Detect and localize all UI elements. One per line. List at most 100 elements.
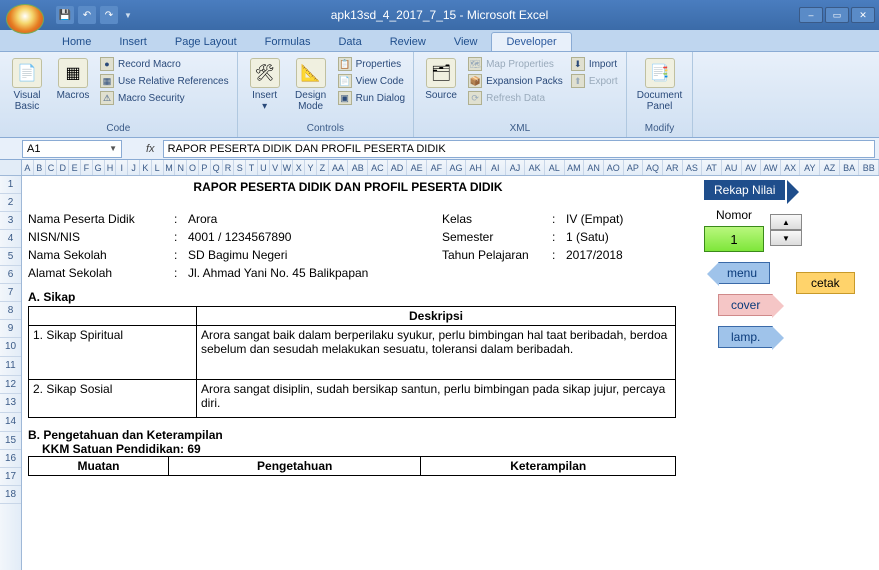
row-header-12[interactable]: 12: [0, 376, 21, 394]
col-header-M[interactable]: M: [164, 160, 176, 175]
col-header-AV[interactable]: AV: [742, 160, 762, 175]
row-header-13[interactable]: 13: [0, 394, 21, 413]
col-header-AR[interactable]: AR: [663, 160, 683, 175]
macros-button[interactable]: ▦ Macros: [52, 56, 94, 103]
col-header-AS[interactable]: AS: [683, 160, 703, 175]
row-header-15[interactable]: 15: [0, 432, 21, 450]
row-header-10[interactable]: 10: [0, 338, 21, 357]
col-header-AM[interactable]: AM: [565, 160, 585, 175]
spinner-down-button[interactable]: ▼: [770, 230, 802, 246]
col-header-E[interactable]: E: [69, 160, 81, 175]
col-header-D[interactable]: D: [57, 160, 69, 175]
col-header-AW[interactable]: AW: [761, 160, 781, 175]
tab-review[interactable]: Review: [376, 33, 440, 51]
export-button[interactable]: ⬆Export: [569, 73, 620, 89]
col-header-K[interactable]: K: [140, 160, 152, 175]
col-header-B[interactable]: B: [34, 160, 46, 175]
tab-page-layout[interactable]: Page Layout: [161, 33, 251, 51]
col-header-AB[interactable]: AB: [348, 160, 368, 175]
cover-button[interactable]: cover: [718, 294, 773, 316]
rekap-nilai-button[interactable]: Rekap Nilai: [704, 180, 785, 200]
col-header-AX[interactable]: AX: [781, 160, 801, 175]
save-icon[interactable]: 💾: [56, 6, 74, 24]
col-header-Q[interactable]: Q: [211, 160, 223, 175]
col-header-G[interactable]: G: [93, 160, 105, 175]
qat-dropdown-icon[interactable]: ▼: [124, 11, 132, 20]
col-header-L[interactable]: L: [152, 160, 164, 175]
col-header-AI[interactable]: AI: [486, 160, 506, 175]
col-header-BB[interactable]: BB: [859, 160, 879, 175]
expansion-packs-button[interactable]: 📦Expansion Packs: [466, 73, 565, 89]
cetak-button[interactable]: cetak: [796, 272, 855, 294]
tab-data[interactable]: Data: [324, 33, 375, 51]
col-header-V[interactable]: V: [270, 160, 282, 175]
minimize-button[interactable]: –: [799, 7, 823, 23]
row-header-16[interactable]: 16: [0, 450, 21, 468]
row-header-7[interactable]: 7: [0, 284, 21, 302]
col-header-H[interactable]: H: [105, 160, 117, 175]
col-header-AC[interactable]: AC: [368, 160, 388, 175]
office-button[interactable]: [6, 4, 44, 34]
col-header-Z[interactable]: Z: [317, 160, 329, 175]
col-header-Y[interactable]: Y: [305, 160, 317, 175]
document-panel-button[interactable]: 📑 Document Panel: [633, 56, 687, 114]
col-header-AD[interactable]: AD: [388, 160, 408, 175]
map-properties-button[interactable]: 🗺Map Properties: [466, 56, 565, 72]
design-mode-button[interactable]: 📐 Design Mode: [290, 56, 332, 114]
close-button[interactable]: ✕: [851, 7, 875, 23]
row-header-3[interactable]: 3: [0, 212, 21, 230]
row-header-14[interactable]: 14: [0, 413, 21, 432]
visual-basic-button[interactable]: 📄 Visual Basic: [6, 56, 48, 114]
undo-icon[interactable]: ↶: [78, 6, 96, 24]
col-header-AZ[interactable]: AZ: [820, 160, 840, 175]
properties-button[interactable]: 📋Properties: [336, 56, 407, 72]
col-header-AP[interactable]: AP: [624, 160, 644, 175]
col-header-N[interactable]: N: [175, 160, 187, 175]
tab-insert[interactable]: Insert: [105, 33, 161, 51]
tab-home[interactable]: Home: [48, 33, 105, 51]
col-header-AH[interactable]: AH: [466, 160, 486, 175]
col-header-AO[interactable]: AO: [604, 160, 624, 175]
col-header-W[interactable]: W: [282, 160, 294, 175]
row-header-5[interactable]: 5: [0, 248, 21, 266]
select-all-corner[interactable]: [0, 160, 22, 175]
col-header-AN[interactable]: AN: [584, 160, 604, 175]
col-header-AL[interactable]: AL: [545, 160, 565, 175]
row-header-2[interactable]: 2: [0, 194, 21, 212]
col-header-S[interactable]: S: [234, 160, 246, 175]
worksheet-grid[interactable]: 123456789101112131415161718 RAPOR PESERT…: [0, 176, 879, 570]
row-header-17[interactable]: 17: [0, 468, 21, 486]
col-header-F[interactable]: F: [81, 160, 93, 175]
col-header-A[interactable]: A: [22, 160, 34, 175]
col-header-AJ[interactable]: AJ: [506, 160, 526, 175]
row-header-11[interactable]: 11: [0, 357, 21, 376]
col-header-AG[interactable]: AG: [447, 160, 467, 175]
col-header-AE[interactable]: AE: [407, 160, 427, 175]
run-dialog-button[interactable]: ▣Run Dialog: [336, 90, 407, 106]
formula-bar[interactable]: RAPOR PESERTA DIDIK DAN PROFIL PESERTA D…: [163, 140, 875, 158]
col-header-AQ[interactable]: AQ: [643, 160, 663, 175]
tab-view[interactable]: View: [440, 33, 492, 51]
col-header-AK[interactable]: AK: [525, 160, 545, 175]
view-code-button[interactable]: 📄View Code: [336, 73, 407, 89]
col-header-BA[interactable]: BA: [840, 160, 860, 175]
name-box-dropdown-icon[interactable]: ▼: [109, 144, 117, 153]
tab-developer[interactable]: Developer: [491, 32, 571, 51]
refresh-data-button[interactable]: ⟳Refresh Data: [466, 90, 565, 106]
lamp-button[interactable]: lamp.: [718, 326, 773, 348]
record-macro-button[interactable]: ●Record Macro: [98, 56, 231, 72]
col-header-U[interactable]: U: [258, 160, 270, 175]
col-header-J[interactable]: J: [128, 160, 140, 175]
row-header-4[interactable]: 4: [0, 230, 21, 248]
maximize-button[interactable]: ▭: [825, 7, 849, 23]
col-header-I[interactable]: I: [116, 160, 128, 175]
row-header-9[interactable]: 9: [0, 320, 21, 338]
col-header-AF[interactable]: AF: [427, 160, 447, 175]
col-header-AU[interactable]: AU: [722, 160, 742, 175]
insert-control-button[interactable]: 🛠 Insert▾: [244, 56, 286, 114]
col-header-AA[interactable]: AA: [329, 160, 349, 175]
col-header-O[interactable]: O: [187, 160, 199, 175]
name-box[interactable]: A1 ▼: [22, 140, 122, 158]
import-button[interactable]: ⬇Import: [569, 56, 620, 72]
col-header-AY[interactable]: AY: [800, 160, 820, 175]
